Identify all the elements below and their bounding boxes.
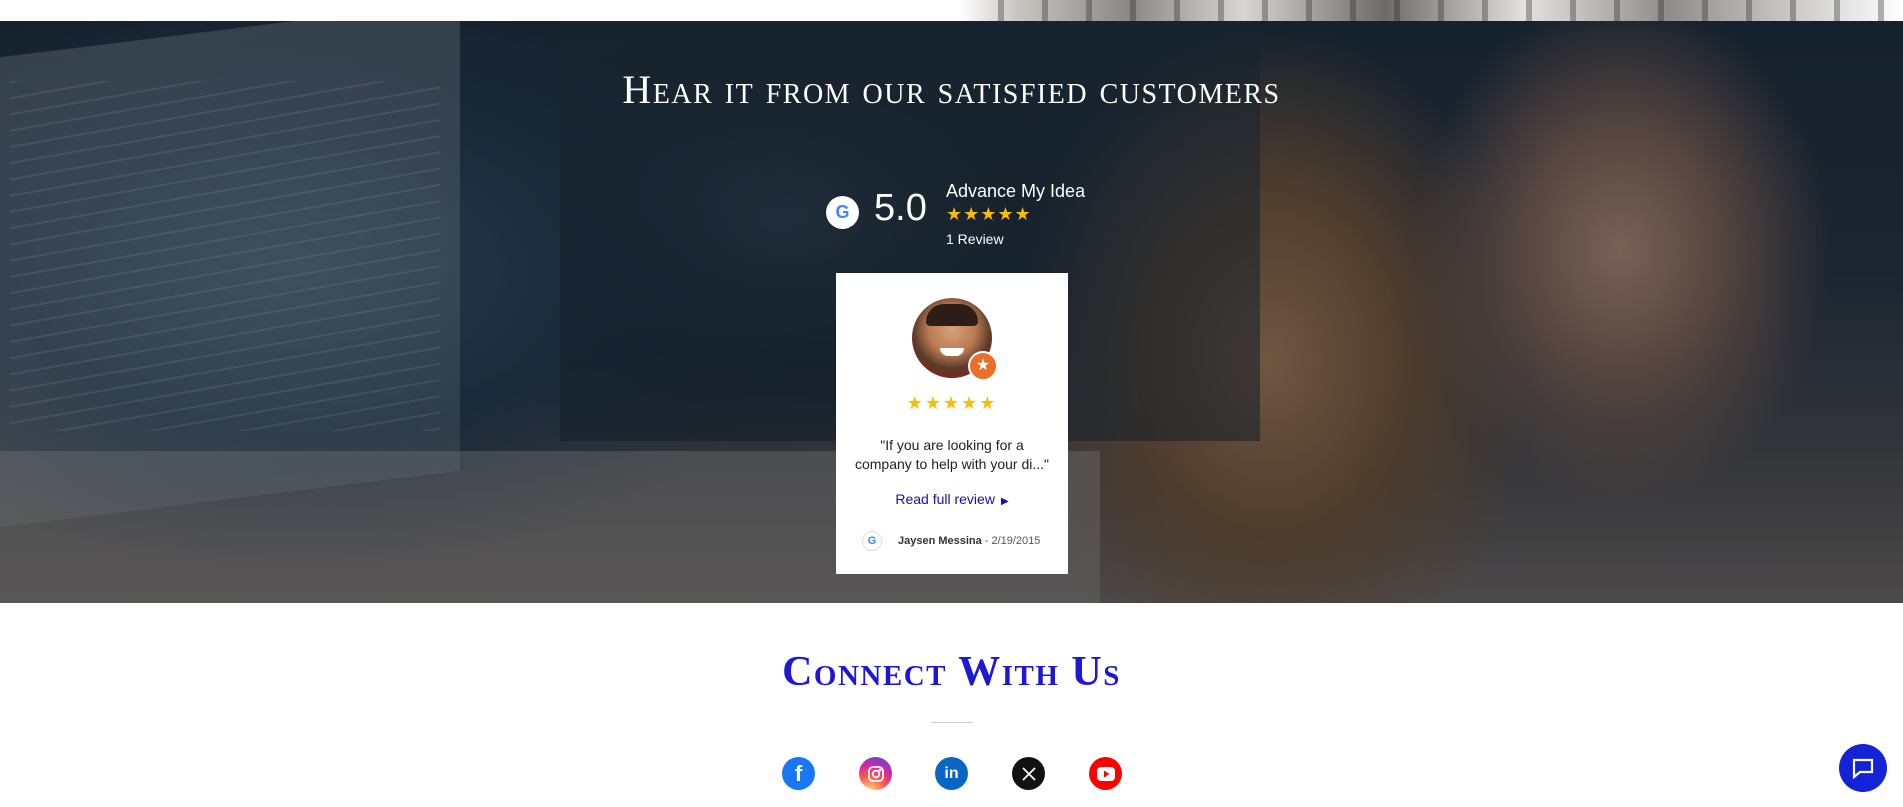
facebook-icon[interactable]: f <box>782 757 815 790</box>
read-full-review-link[interactable]: Read full review ▶ <box>836 491 1068 507</box>
testimonials-heading: Hear it from our satisfied customers <box>622 67 1281 112</box>
instagram-icon[interactable] <box>859 757 892 790</box>
social-links: f in <box>782 757 1122 791</box>
google-g-icon: G <box>862 531 882 551</box>
rating-stars: ★★★★★ <box>946 204 1032 224</box>
laptop-photo-edge <box>960 0 1903 21</box>
rating-score: 5.0 <box>874 187 927 229</box>
connect-heading: Connect With Us <box>782 649 1121 695</box>
youtube-icon[interactable] <box>1089 757 1122 790</box>
review-card: ★ ★★★★★ "If you are looking for a compan… <box>836 273 1068 574</box>
testimonials-hero: Hear it from our satisfied customers G 5… <box>0 21 1903 603</box>
review-date: 2/19/2015 <box>991 535 1041 547</box>
review-quote: "If you are looking for a company to hel… <box>854 437 1050 472</box>
rating-summary: G 5.0 Advance My Idea ★★★★★ 1 Review <box>826 159 1126 247</box>
review-date-separator: - <box>984 535 989 547</box>
top-strip <box>0 0 1903 21</box>
reviewer-name: Jaysen Messina <box>898 535 982 547</box>
business-name: Advance My Idea <box>946 181 1086 201</box>
chat-bubble-icon[interactable] <box>1839 744 1887 792</box>
read-full-review-label: Read full review <box>895 491 995 507</box>
x-icon[interactable] <box>1012 757 1045 790</box>
review-stars: ★★★★★ <box>906 393 998 413</box>
review-footer: G Jaysen Messina - 2/19/2015 <box>862 529 1052 553</box>
review-count: 1 Review <box>946 231 1004 247</box>
connect-divider <box>931 722 973 723</box>
caret-right-icon: ▶ <box>1000 496 1009 507</box>
linkedin-icon[interactable]: in <box>935 757 968 790</box>
local-guide-star-icon: ★ <box>968 351 998 381</box>
google-g-icon: G <box>826 196 859 229</box>
